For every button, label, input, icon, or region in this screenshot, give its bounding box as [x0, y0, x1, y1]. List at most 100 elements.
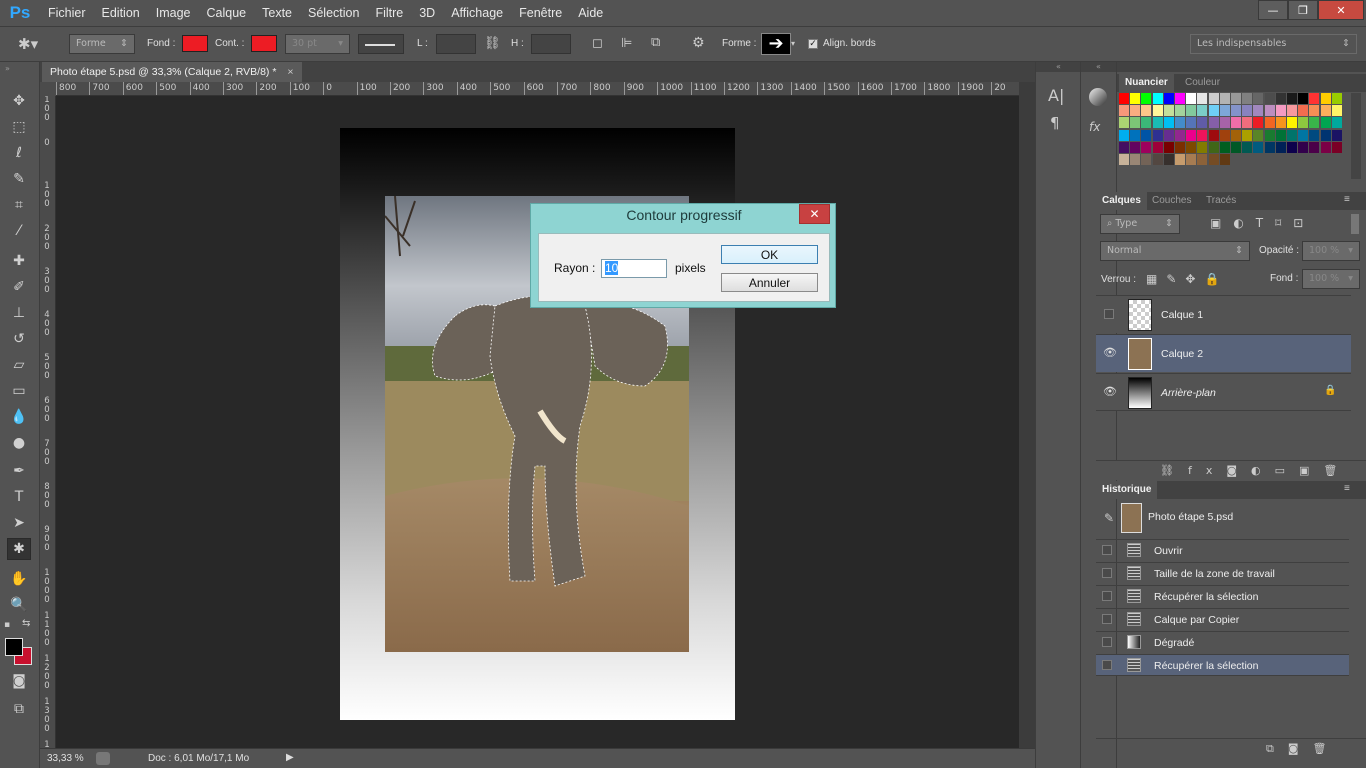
clone-stamp-tool-icon[interactable]: ⊥: [7, 302, 31, 324]
panel-menu-icon[interactable]: ≡: [1344, 194, 1350, 205]
history-snapshot[interactable]: ✎ Photo étape 5.psd: [1096, 500, 1351, 538]
opacity-field[interactable]: 100 % ▾: [1302, 241, 1360, 261]
color-swatch[interactable]: [1309, 129, 1320, 141]
color-swatch[interactable]: [1298, 141, 1309, 153]
color-swatch[interactable]: [1275, 141, 1286, 153]
color-swatch[interactable]: [1320, 105, 1331, 117]
color-swatch[interactable]: [1152, 93, 1163, 104]
adjustments-icon[interactable]: [1089, 88, 1107, 106]
color-swatch[interactable]: [1298, 129, 1309, 141]
color-swatch[interactable]: [1320, 141, 1331, 153]
stroke-type-select[interactable]: [358, 34, 404, 54]
color-swatch[interactable]: [1331, 105, 1342, 117]
color-swatch[interactable]: [1253, 93, 1264, 104]
color-swatch[interactable]: [1175, 105, 1185, 117]
color-swatch[interactable]: [1175, 154, 1185, 165]
move-tool-icon[interactable]: ✥: [7, 90, 31, 112]
color-swatch[interactable]: [1197, 105, 1208, 117]
foreground-color-swatch[interactable]: [5, 638, 23, 656]
menu-fichier[interactable]: Fichier: [40, 0, 94, 26]
color-swatch[interactable]: [1141, 93, 1152, 104]
color-swatch[interactable]: [1130, 93, 1141, 104]
filter-toggle[interactable]: [1351, 214, 1359, 234]
swatches-scrollbar[interactable]: [1351, 93, 1361, 179]
color-swatch[interactable]: [1141, 105, 1152, 117]
color-swatch[interactable]: [1208, 154, 1219, 165]
menu-fenetre[interactable]: Fenêtre: [511, 0, 570, 26]
eyedropper-tool-icon[interactable]: ⁄: [7, 220, 31, 242]
color-swatch[interactable]: [1231, 129, 1241, 141]
color-swatch[interactable]: [1253, 141, 1264, 153]
color-swatch[interactable]: [1130, 154, 1141, 165]
close-tab-icon[interactable]: ×: [287, 66, 293, 78]
color-swatch[interactable]: [1264, 129, 1275, 141]
layer-row[interactable]: 👁 Arrière-plan 🔒: [1096, 373, 1351, 411]
layer-row[interactable]: 👁 Calque 2: [1096, 334, 1351, 372]
history-checkbox[interactable]: [1102, 614, 1112, 624]
collapse-icon[interactable]: »: [5, 64, 10, 73]
color-swatch[interactable]: [1141, 141, 1152, 153]
tab-couleur[interactable]: Couleur: [1179, 74, 1226, 92]
color-swatch[interactable]: [1175, 117, 1185, 129]
color-swatch[interactable]: [1298, 93, 1309, 104]
layers-footer-icons[interactable]: ⛓fx◙◐▭▣🗑: [1160, 464, 1351, 477]
color-swatch[interactable]: [1264, 93, 1275, 104]
menu-filtre[interactable]: Filtre: [367, 0, 411, 26]
blur-tool-icon[interactable]: 💧: [7, 406, 31, 428]
color-swatch[interactable]: [1197, 129, 1208, 141]
color-swatch[interactable]: [1219, 117, 1230, 129]
type-tool-icon[interactable]: T: [7, 486, 31, 508]
color-swatch[interactable]: [1208, 93, 1219, 104]
color-swatch[interactable]: [1130, 105, 1141, 117]
color-swatch[interactable]: [1219, 93, 1230, 104]
color-swatch[interactable]: [1264, 141, 1275, 153]
document-tab[interactable]: Photo étape 5.psd @ 33,3% (Calque 2, RVB…: [42, 62, 302, 82]
color-swatch[interactable]: [1331, 141, 1342, 153]
healing-brush-tool-icon[interactable]: ✚: [7, 250, 31, 272]
color-swatch[interactable]: [1152, 129, 1163, 141]
eye-icon[interactable]: 👁: [1103, 346, 1117, 359]
color-swatch[interactable]: [1130, 129, 1141, 141]
color-swatch[interactable]: [1320, 129, 1331, 141]
color-swatch[interactable]: [1119, 93, 1129, 104]
tab-historique[interactable]: Historique: [1096, 481, 1158, 499]
color-swatch[interactable]: [1320, 117, 1331, 129]
custom-shape-tool-active-icon[interactable]: ✱: [7, 538, 31, 560]
color-swatch[interactable]: [1219, 141, 1230, 153]
color-swatch[interactable]: [1163, 154, 1174, 165]
paragraph-icon[interactable]: ¶: [1050, 114, 1060, 132]
color-swatch[interactable]: [1275, 93, 1286, 104]
history-checkbox[interactable]: [1102, 591, 1112, 601]
layer-filter-select[interactable]: ⌕ Type ⇕: [1100, 214, 1180, 234]
vertical-ruler[interactable]: 1 0 0 0 1 0 0 2 0 0 3 0 0 4 0 0 5 0 0 6 0 0 7 0 …: [40, 96, 56, 748]
color-swatch[interactable]: [1152, 141, 1163, 153]
color-swatch[interactable]: [1163, 93, 1174, 104]
color-swatch[interactable]: [1287, 93, 1297, 104]
color-swatch[interactable]: [1309, 141, 1320, 153]
menu-image[interactable]: Image: [148, 0, 199, 26]
color-swatch[interactable]: [1119, 129, 1129, 141]
color-swatch[interactable]: [1275, 117, 1286, 129]
history-checkbox[interactable]: [1102, 545, 1112, 555]
color-swatch[interactable]: [1186, 141, 1197, 153]
history-brush-source-icon[interactable]: ✎: [1104, 511, 1114, 525]
history-step[interactable]: Ouvrir: [1096, 539, 1349, 561]
width-input[interactable]: [436, 34, 476, 54]
layer-visibility-toggle[interactable]: [1104, 309, 1114, 319]
color-swatch[interactable]: [1242, 105, 1253, 117]
color-swatch[interactable]: [1287, 105, 1297, 117]
stroke-size-field[interactable]: 30 pt ▾: [285, 34, 350, 54]
dialog-close-icon[interactable]: ✕: [799, 204, 830, 224]
align-edges-checkbox[interactable]: ✓: [808, 39, 818, 49]
color-swatch[interactable]: [1119, 154, 1129, 165]
layer-name[interactable]: Arrière-plan: [1161, 387, 1216, 399]
cancel-button[interactable]: Annuler: [721, 273, 818, 292]
color-swatch[interactable]: [1152, 117, 1163, 129]
character-icon[interactable]: A|: [1048, 86, 1064, 105]
history-step[interactable]: Dégradé: [1096, 631, 1349, 653]
color-swatch[interactable]: [1264, 117, 1275, 129]
color-swatch[interactable]: [1175, 141, 1185, 153]
color-swatch[interactable]: [1175, 93, 1185, 104]
color-swatch[interactable]: [1253, 105, 1264, 117]
color-swatch[interactable]: [1175, 129, 1185, 141]
